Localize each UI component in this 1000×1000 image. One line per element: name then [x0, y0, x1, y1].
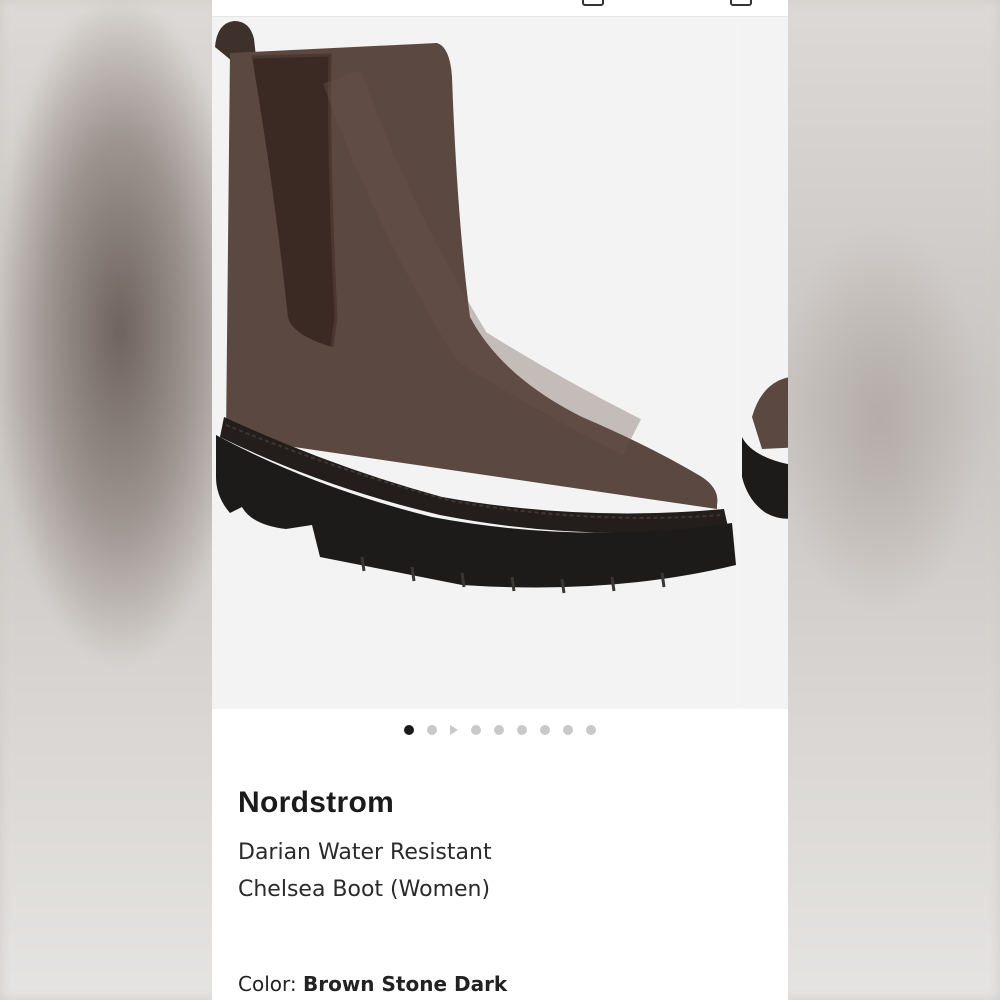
pagination-dot[interactable]: [517, 725, 527, 735]
color-label: Color:: [238, 972, 303, 996]
top-bar: [212, 0, 788, 17]
bag-icon[interactable]: [582, 0, 604, 6]
pagination-dot[interactable]: [586, 725, 596, 735]
color-value: Brown Stone Dark: [302, 972, 508, 996]
product-name: Darian Water Resistant Chelsea Boot (Wom…: [238, 840, 492, 902]
product-image[interactable]: [212, 17, 736, 709]
pagination-dot[interactable]: [494, 725, 504, 735]
boot-image-next: [742, 377, 788, 519]
image-gallery[interactable]: [212, 17, 788, 709]
next-image-peek[interactable]: [742, 17, 788, 709]
pagination-dot[interactable]: [563, 725, 573, 735]
pagination-dot[interactable]: [427, 725, 437, 735]
image-pagination[interactable]: [212, 722, 788, 738]
pagination-dot[interactable]: [404, 725, 414, 735]
menu-icon[interactable]: [730, 0, 752, 6]
pagination-dot[interactable]: [540, 725, 550, 735]
product-page: Nordstrom Darian Water Resistant Chelsea…: [212, 0, 788, 1000]
pagination-dot[interactable]: [471, 725, 481, 735]
boot-image: [215, 21, 736, 594]
color-selection: Color: Brown Stone Dark: [238, 972, 507, 996]
video-play-icon[interactable]: [450, 725, 458, 735]
brand-name[interactable]: Nordstrom: [238, 786, 394, 820]
